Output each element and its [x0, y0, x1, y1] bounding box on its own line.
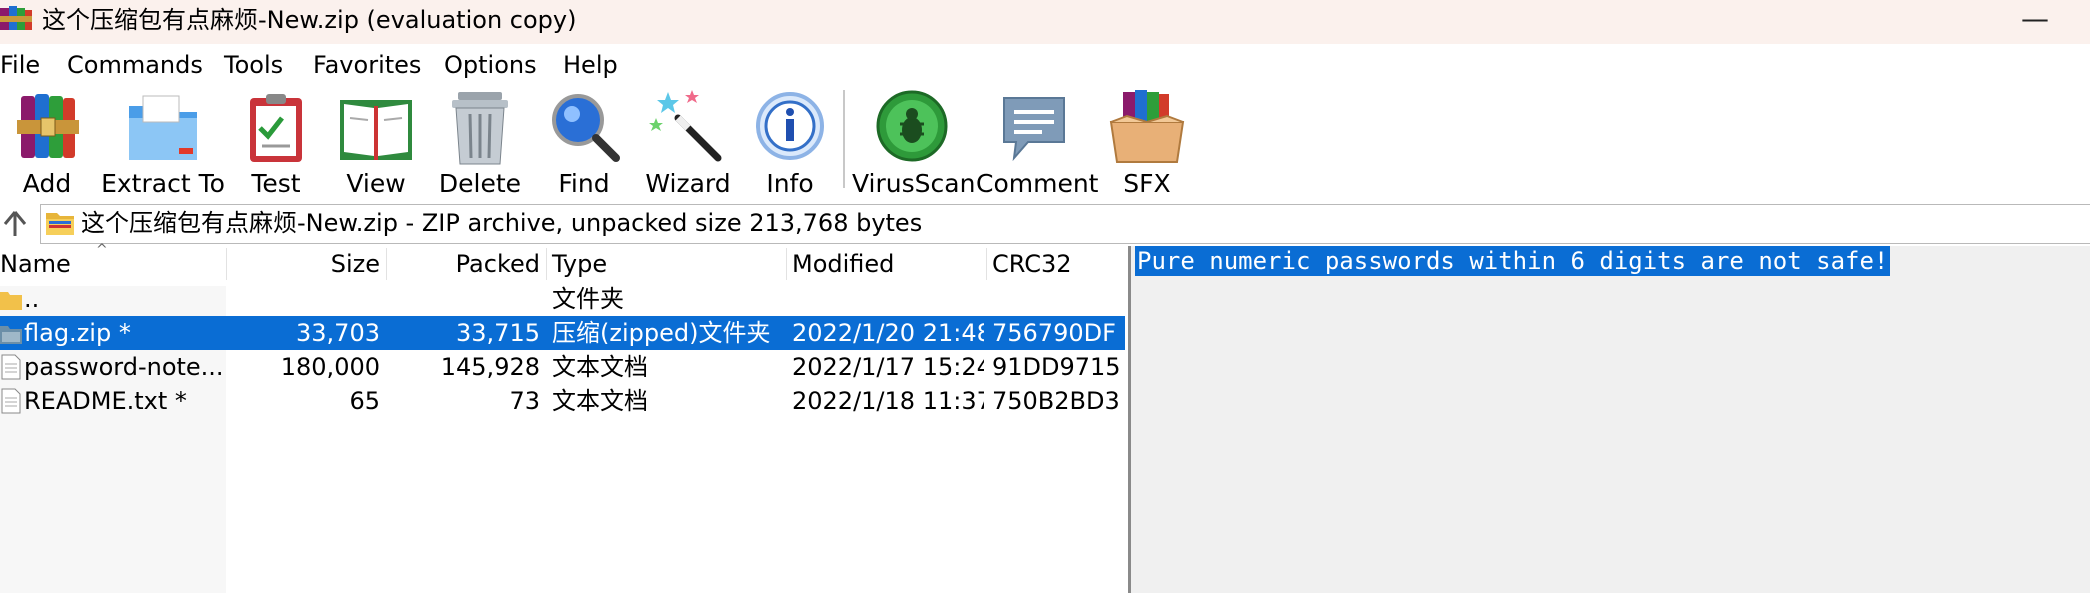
test-label: Test — [251, 169, 301, 198]
address-bar[interactable]: 这个压缩包有点麻烦-New.zip - ZIP archive, unpacke… — [40, 204, 2090, 244]
file-size: 180,000 — [280, 353, 380, 381]
title-bar: 这个压缩包有点麻烦-New.zip (evaluation copy) — — [0, 0, 2090, 44]
comment-label: Comment — [976, 169, 1099, 198]
file-row-selected[interactable]: flag.zip * 33,703 33,715 压缩(zipped)文件夹 2… — [0, 316, 1125, 350]
delete-button[interactable]: Delete — [436, 88, 524, 200]
books-add-icon — [17, 94, 79, 158]
text-file-icon — [1, 388, 21, 414]
file-list[interactable]: Name ^ Size Packed Type Modified CRC32 .… — [0, 242, 1128, 593]
menu-bar: File Commands Tools Favorites Options He… — [0, 44, 2090, 84]
column-divider[interactable] — [226, 248, 227, 280]
column-divider[interactable] — [386, 248, 387, 280]
file-modified: 2022/1/17 15:24 — [792, 353, 984, 381]
info-button[interactable]: Info — [748, 88, 832, 200]
zip-folder-icon — [0, 326, 22, 344]
file-type: 文本文档 — [552, 353, 648, 381]
wizard-button[interactable]: Wizard — [640, 88, 736, 200]
folder-extract-icon — [129, 95, 197, 160]
file-modified: 2022/1/18 11:37 — [792, 387, 984, 415]
column-header-packed[interactable]: Packed — [388, 248, 540, 280]
sfx-label: SFX — [1123, 169, 1171, 198]
menu-help[interactable]: Help — [563, 50, 618, 80]
file-crc32: 91DD9715 — [992, 353, 1121, 381]
find-button[interactable]: Find — [540, 88, 628, 200]
archive-comment-text[interactable]: Pure numeric passwords within 6 digits a… — [1135, 246, 1891, 276]
speech-bubble-icon — [1003, 97, 1065, 162]
file-name: flag.zip * — [24, 319, 131, 347]
column-header-crc32[interactable]: CRC32 — [992, 248, 1072, 280]
comment-button[interactable]: Comment — [976, 88, 1099, 200]
up-arrow-icon[interactable] — [2, 208, 28, 238]
open-book-view-icon — [340, 100, 412, 160]
wizard-label: Wizard — [645, 169, 731, 198]
file-crc32: 750B2BD3 — [992, 387, 1120, 415]
column-header-name[interactable]: Name — [0, 248, 71, 280]
file-modified: 2022/1/20 21:48 — [792, 319, 984, 347]
winrar-app-icon[interactable] — [0, 4, 32, 34]
menu-favorites[interactable]: Favorites — [313, 50, 421, 80]
menu-commands[interactable]: Commands — [67, 50, 203, 80]
magnifier-icon — [552, 94, 620, 162]
sfx-button[interactable]: SFX — [1104, 88, 1190, 200]
menu-options[interactable]: Options — [444, 50, 537, 80]
menu-tools[interactable]: Tools — [224, 50, 283, 80]
window-title: 这个压缩包有点麻烦-New.zip (evaluation copy) — [42, 6, 577, 34]
view-button[interactable]: View — [330, 88, 422, 200]
file-row[interactable]: README.txt * 65 73 文本文档 2022/1/18 11:37 … — [0, 384, 1125, 418]
file-packed: 145,928 — [440, 353, 540, 381]
file-size: 65 — [349, 387, 380, 415]
file-packed: 73 — [509, 387, 540, 415]
virus-scan-icon — [876, 90, 948, 162]
column-header-modified[interactable]: Modified — [792, 248, 894, 280]
address-row: 这个压缩包有点麻烦-New.zip - ZIP archive, unpacke… — [0, 202, 2090, 246]
file-type: 文本文档 — [552, 387, 648, 415]
info-icon — [756, 92, 824, 160]
column-divider[interactable] — [546, 248, 547, 280]
text-file-icon — [1, 354, 21, 380]
extract-to-button[interactable]: Extract To — [98, 88, 228, 200]
add-label: Add — [22, 169, 72, 198]
clipboard-test-icon — [250, 94, 302, 162]
add-button[interactable]: Add — [2, 88, 92, 200]
column-header-type[interactable]: Type — [552, 248, 607, 280]
virusscan-label: VirusScan — [852, 169, 976, 198]
file-row[interactable]: password-note.... 180,000 145,928 文本文档 2… — [0, 350, 1125, 384]
find-label: Find — [558, 169, 610, 198]
trash-can-icon — [452, 92, 508, 165]
sfx-box-icon — [1109, 90, 1185, 163]
file-name: README.txt * — [24, 387, 187, 415]
minimize-button[interactable]: — — [2010, 2, 2060, 38]
toolbar: Add Extract To Test View Delete Find Wiz… — [0, 84, 2090, 202]
file-size: 33,703 — [296, 319, 380, 347]
toolbar-separator — [843, 90, 845, 188]
view-label: View — [346, 169, 406, 198]
column-divider[interactable] — [986, 248, 987, 280]
file-crc32: 756790DF — [992, 319, 1116, 347]
info-label: Info — [766, 169, 814, 198]
delete-label: Delete — [438, 169, 522, 198]
sort-ascending-icon: ^ — [96, 242, 108, 258]
archive-comment-pane[interactable]: Pure numeric passwords within 6 digits a… — [1131, 246, 2090, 593]
file-name: .. — [24, 285, 40, 313]
archive-folder-icon — [46, 213, 74, 235]
file-row[interactable]: .. 文件夹 — [0, 282, 1125, 316]
file-packed: 33,715 — [456, 319, 540, 347]
column-header-size[interactable]: Size — [228, 248, 380, 280]
folder-icon — [0, 292, 22, 310]
virusscan-button[interactable]: VirusScan — [852, 88, 976, 200]
magic-wand-icon — [649, 90, 722, 162]
test-button[interactable]: Test — [234, 88, 318, 200]
column-divider[interactable] — [786, 248, 787, 280]
file-type: 压缩(zipped)文件夹 — [552, 319, 771, 347]
extract-to-label: Extract To — [101, 169, 225, 198]
address-text: 这个压缩包有点麻烦-New.zip - ZIP archive, unpacke… — [81, 209, 923, 237]
column-header-row: Name ^ Size Packed Type Modified CRC32 — [0, 242, 1128, 282]
file-type: 文件夹 — [552, 285, 624, 313]
menu-file[interactable]: File — [0, 50, 40, 80]
file-name: password-note.... — [24, 353, 224, 381]
